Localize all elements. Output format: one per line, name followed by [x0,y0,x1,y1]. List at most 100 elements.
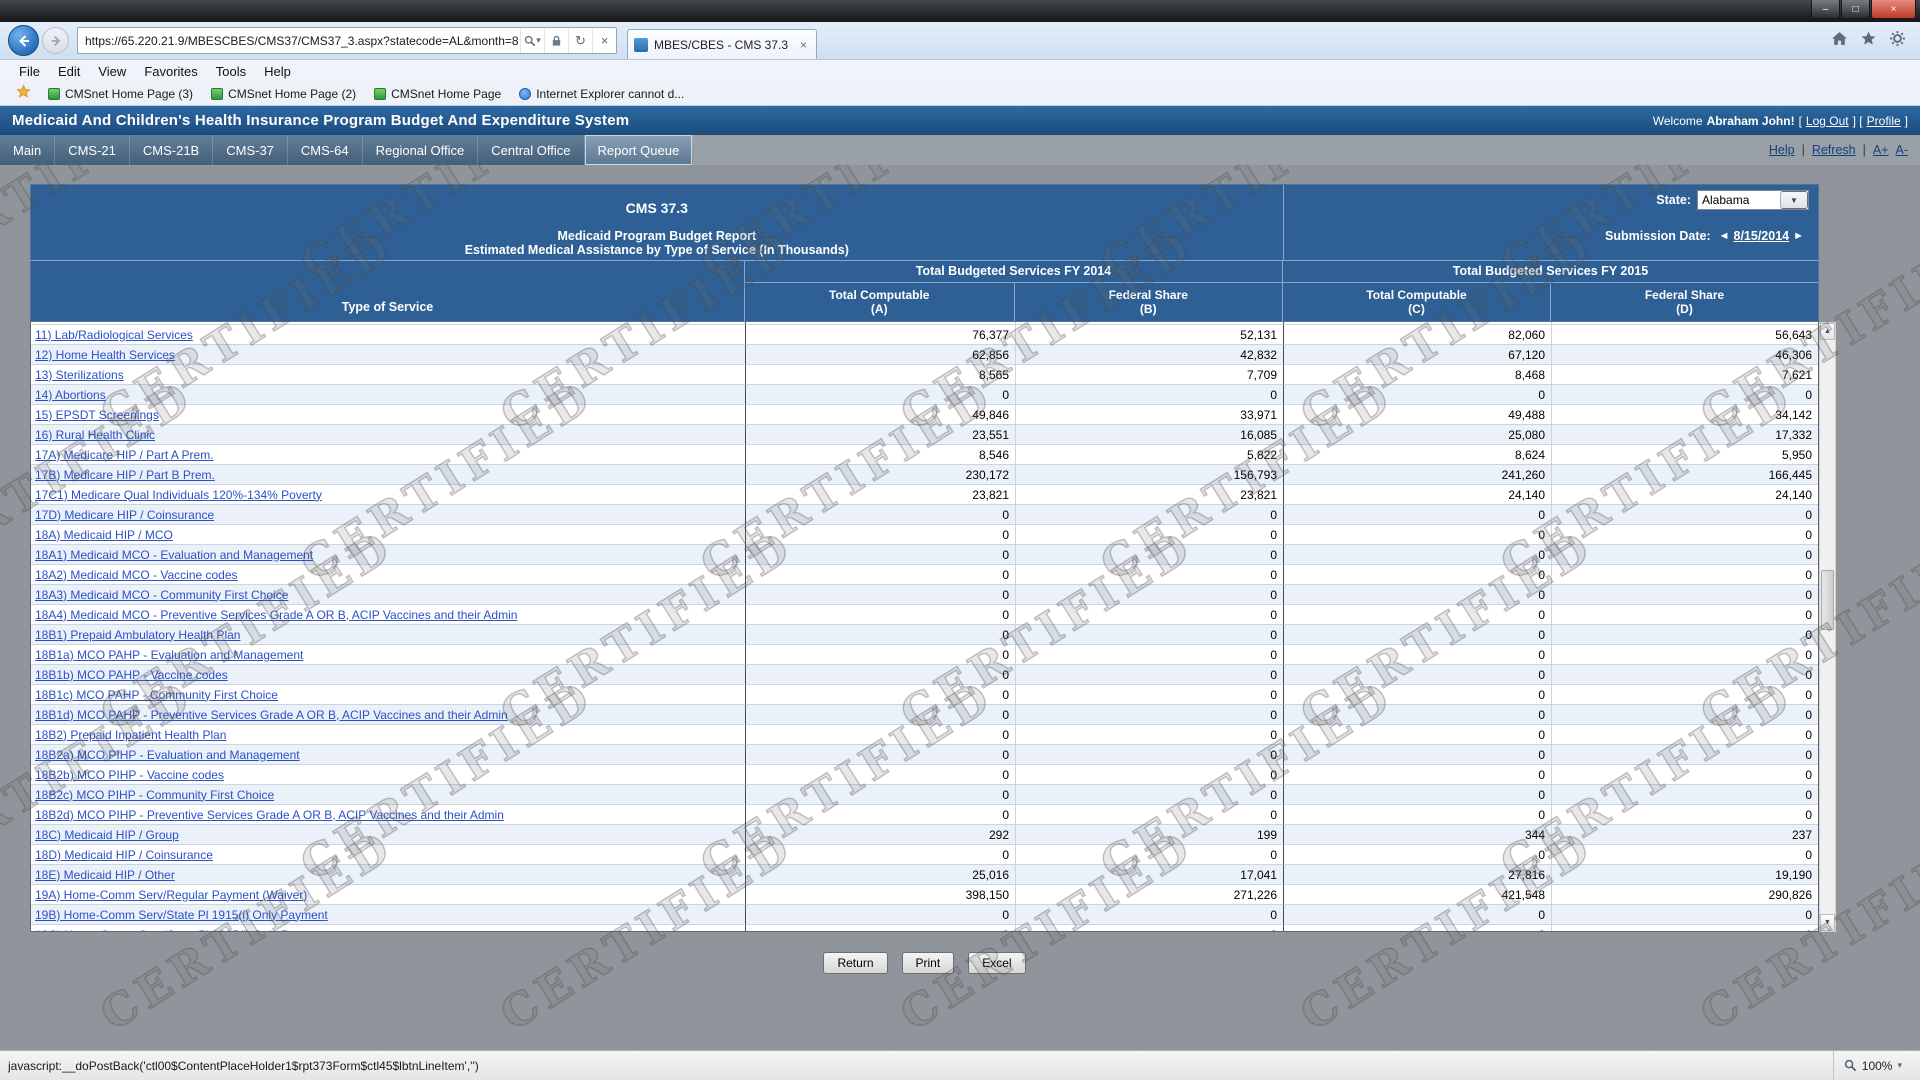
return-button[interactable]: Return [823,952,887,974]
print-button[interactable]: Print [902,952,955,974]
profile-link[interactable]: Profile [1867,114,1901,128]
service-line-link[interactable]: 18B2d) MCO PIHP - Preventive Services Gr… [35,808,504,822]
value-cell-d: 0 [1552,785,1818,805]
service-line-link[interactable]: 19B) Home-Comm Serv/State Pl 1915(i) Onl… [35,908,328,922]
font-decrease-link[interactable]: A- [1896,143,1909,157]
menu-tools[interactable]: Tools [207,64,255,79]
service-line-link[interactable]: 18B1d) MCO PAHP - Preventive Services Gr… [35,708,508,722]
service-line-link[interactable]: 17C1) Medicare Qual Individuals 120%-134… [35,488,322,502]
service-line-link[interactable]: 18B1c) MCO PAHP - Community First Choice [35,688,278,702]
nav-tab-cms37[interactable]: CMS-37 [213,135,288,165]
nav-tab-report-queue[interactable]: Report Queue [585,135,694,165]
vertical-scrollbar[interactable]: ▲ ▼ [1819,322,1836,932]
service-line-link[interactable]: 18E) Medicaid HIP / Other [35,868,175,882]
favorite-item[interactable]: CMSnet Home Page (3) [39,87,202,101]
table-row: 18C) Medicaid HIP / Group292199344237 [31,825,1818,845]
service-line-link[interactable]: 14) Abortions [35,388,106,402]
nav-tab-central-office[interactable]: Central Office [478,135,584,165]
service-line-link[interactable]: 18A) Medicaid HIP / MCO [35,528,173,542]
service-line-link[interactable]: 18B2a) MCO PIHP - Evaluation and Managem… [35,748,300,762]
value-cell-c: 0 [1284,725,1552,745]
value-cell-c: 0 [1284,745,1552,765]
service-line-link[interactable]: 18B1) Prepaid Ambulatory Health Plan [35,628,240,642]
help-link[interactable]: Help [1769,143,1795,157]
tab-close-icon[interactable]: × [797,38,810,52]
nav-tab-regional-office[interactable]: Regional Office [363,135,479,165]
value-cell-c: 0 [1284,685,1552,705]
zoom-magnifier-icon [1844,1059,1857,1072]
back-button[interactable] [8,25,39,56]
service-line-link[interactable]: 18D) Medicaid HIP / Coinsurance [35,848,213,862]
service-line-link[interactable]: 17A) Medicare HIP / Part A Prem. [35,448,214,462]
service-line-link[interactable]: 13) Sterilizations [35,368,124,382]
stop-icon[interactable]: × [592,28,616,53]
previous-date-arrow[interactable]: ◄ [1719,230,1730,242]
nav-tab-cms21b[interactable]: CMS-21B [130,135,213,165]
menu-edit[interactable]: Edit [49,64,89,79]
service-line-link[interactable]: 18A1) Medicaid MCO - Evaluation and Mana… [35,548,313,562]
table-row: 18A3) Medicaid MCO - Community First Cho… [31,585,1818,605]
nav-tab-cms64[interactable]: CMS-64 [288,135,363,165]
value-cell-a: 8,546 [746,445,1016,465]
search-icon[interactable]: ▾ [520,28,544,53]
scrollbar-thumb[interactable] [1821,570,1834,630]
refresh-link[interactable]: Refresh [1812,143,1856,157]
service-line-link[interactable]: 17B) Medicare HIP / Part B Prem. [35,468,215,482]
state-dropdown[interactable]: Alabama ▼ [1697,190,1809,210]
next-date-arrow[interactable]: ► [1793,230,1804,242]
service-line-link[interactable]: 18A4) Medicaid MCO - Preventive Services… [35,608,517,622]
value-cell-a: 62,856 [746,345,1016,365]
service-line-link[interactable]: 18B2b) MCO PIHP - Vaccine codes [35,768,224,782]
add-favorite-star-icon[interactable] [8,84,39,104]
value-cell-b: 0 [1016,605,1284,625]
maximize-button[interactable]: □ [1841,0,1870,19]
service-line-link[interactable]: 18C) Medicaid HIP / Group [35,828,179,842]
browser-tab[interactable]: MBES/CBES - CMS 37.3 × [627,29,817,59]
menu-help[interactable]: Help [255,64,300,79]
service-line-link[interactable]: 15) EPSDT Screenings [35,408,159,422]
excel-button[interactable]: Excel [968,952,1025,974]
service-line-link[interactable]: 16) Rural Health Clinic [35,428,155,442]
value-cell-d: 0 [1552,385,1818,405]
nav-tab-cms21[interactable]: CMS-21 [55,135,130,165]
value-cell-b: 17,041 [1016,865,1284,885]
service-line-link[interactable]: 18B2) Prepaid Inpatient Health Plan [35,728,226,742]
close-button[interactable]: × [1871,0,1916,19]
minimize-button[interactable]: – [1811,0,1840,19]
service-line-link[interactable]: 18A3) Medicaid MCO - Community First Cho… [35,588,288,602]
service-line-link[interactable]: 18B1b) MCO PAHP - Vaccine codes [35,668,228,682]
service-line-link[interactable]: 18B2c) MCO PIHP - Community First Choice [35,788,274,802]
service-line-link[interactable]: 17D) Medicare HIP / Coinsurance [35,508,214,522]
scroll-down-arrow[interactable]: ▼ [1820,914,1835,931]
address-bar[interactable]: https://65.220.21.9/MBESCBES/CMS37/CMS37… [77,27,617,54]
menu-file[interactable]: File [10,64,49,79]
table-row: 18A1) Medicaid MCO - Evaluation and Mana… [31,545,1818,565]
service-line-link[interactable]: 18B1a) MCO PAHP - Evaluation and Managem… [35,648,303,662]
favorites-star-icon[interactable] [1860,30,1877,52]
zoom-control[interactable]: 100% ▾ [1833,1051,1912,1080]
submission-date-link[interactable]: 8/15/2014 [1734,229,1790,243]
favorite-item[interactable]: CMSnet Home Page [365,87,510,101]
value-cell-b: 0 [1016,545,1284,565]
service-line-link[interactable]: 12) Home Health Services [35,348,175,362]
service-line-link[interactable]: 19C) Home-Comm Serv/State Pl 1915(j) Onl… [35,928,328,933]
font-increase-link[interactable]: A+ [1873,143,1889,157]
value-cell-d: 0 [1552,665,1818,685]
forward-button[interactable] [42,27,69,54]
service-line-link[interactable]: 19A) Home-Comm Serv/Regular Payment (Wai… [35,888,307,902]
home-icon[interactable] [1831,30,1848,52]
favorite-item[interactable]: Internet Explorer cannot d... [510,87,693,101]
nav-tab-main[interactable]: Main [0,135,55,165]
menu-favorites[interactable]: Favorites [135,64,206,79]
refresh-icon[interactable]: ↻ [568,28,592,53]
service-line-link[interactable]: 11) Lab/Radiological Services [35,328,193,342]
value-cell-d: 0 [1552,705,1818,725]
favorite-item[interactable]: CMSnet Home Page (2) [202,87,365,101]
settings-gear-icon[interactable] [1889,30,1906,52]
value-cell-a: 292 [746,825,1016,845]
logout-link[interactable]: Log Out [1806,114,1849,128]
scroll-up-arrow[interactable]: ▲ [1820,323,1835,340]
menu-view[interactable]: View [89,64,135,79]
service-line-link[interactable]: 18A2) Medicaid MCO - Vaccine codes [35,568,238,582]
app-title: Medicaid And Children's Health Insurance… [12,112,629,129]
